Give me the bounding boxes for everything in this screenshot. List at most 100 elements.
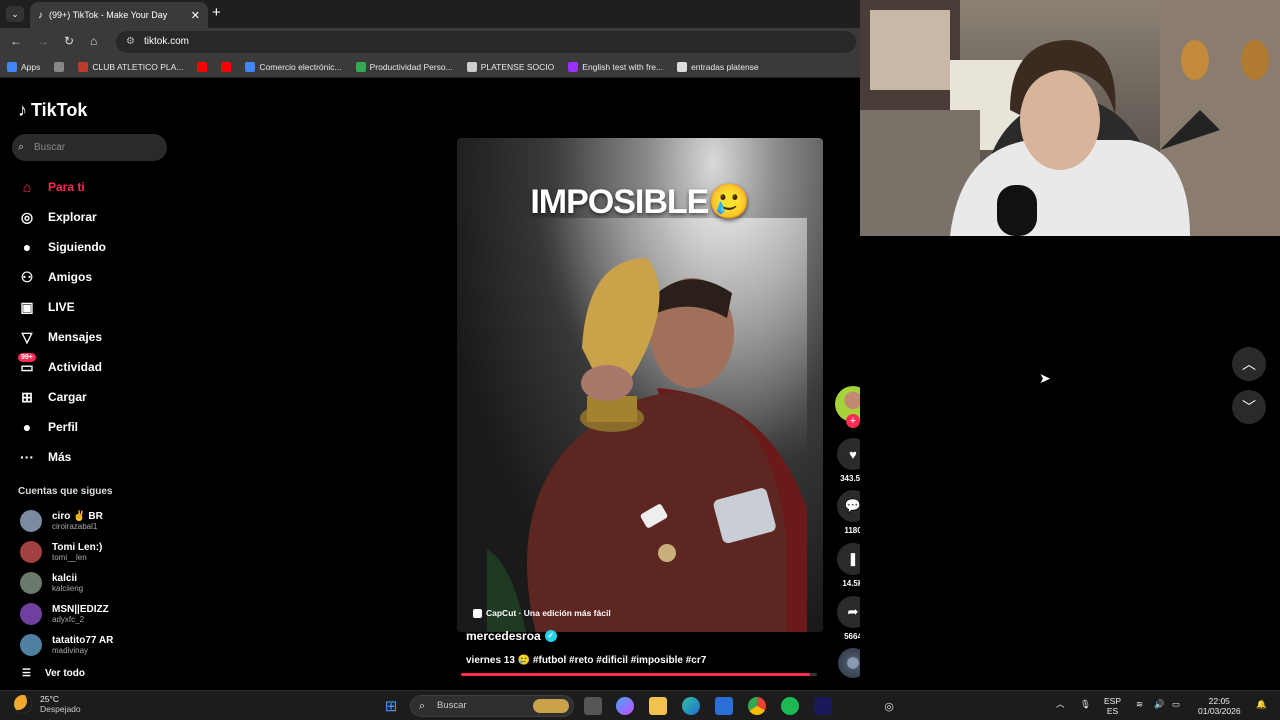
taskbar-search[interactable]: ⌕ Buscar	[410, 695, 574, 717]
obs-icon[interactable]: ◎	[880, 697, 898, 715]
sidebar-item-más[interactable]: ··· Más	[18, 446, 71, 468]
sidebar-item-explorar[interactable]: ◎ Explorar	[18, 206, 97, 228]
sidebar-item-amigos[interactable]: ⚇ Amigos	[18, 266, 92, 288]
account-name: kalcii	[52, 572, 78, 584]
account-name: ciro ✌️ BR	[52, 510, 103, 522]
notifications-icon[interactable]: 🔔	[1256, 699, 1267, 709]
bookmark-item[interactable]: English test with fre...	[561, 61, 670, 72]
taskbar-search-placeholder: Buscar	[437, 700, 467, 711]
moon-icon	[14, 695, 32, 713]
volume-icon[interactable]: 🔊	[1154, 699, 1165, 709]
bookmarks-bar: Apps CLUB ATLETICO PLA... Comercio electró…	[0, 56, 860, 78]
sidebar-item-live[interactable]: ▣ LIVE	[18, 296, 74, 318]
upload-icon: ⊞	[21, 388, 33, 405]
bookmark-favicon-icon	[245, 61, 256, 72]
search-input[interactable]: ⌕ Buscar	[12, 134, 167, 161]
sidebar-item-label: Cargar	[48, 390, 87, 404]
bookmark-item[interactable]: entradas platense	[670, 61, 766, 72]
tiktok-logo[interactable]: ♪ TikTok	[18, 100, 87, 121]
task-view-icon[interactable]	[584, 697, 602, 715]
spotify-icon[interactable]	[781, 697, 799, 715]
new-tab-button[interactable]: +	[212, 4, 221, 21]
sidebar-item-label: Más	[48, 450, 72, 464]
following-account[interactable]: MSN||EDIZZ adyxfc_2	[20, 603, 109, 625]
avatar	[20, 510, 42, 532]
microphone-icon[interactable]: 🎙	[1080, 699, 1091, 709]
clock[interactable]: 22:05 01/03/2026	[1198, 696, 1241, 716]
avatar	[20, 541, 42, 563]
home-button-icon[interactable]: ⌂	[90, 34, 97, 48]
windows-taskbar: 25°C Despejado ⊞ ⌕ Buscar ◎ ︿ ESP ES 🎙 ≋…	[0, 690, 1280, 720]
battery-icon[interactable]: ▭	[1172, 699, 1180, 709]
avatar	[20, 603, 42, 625]
sidebar-item-para-ti[interactable]: ⌂ Para ti	[18, 176, 85, 198]
bookmark-item[interactable]: Productividad Perso...	[349, 61, 460, 72]
language-indicator[interactable]: ESP ES	[1104, 696, 1121, 716]
sidebar-item-mensajes[interactable]: ▽ Mensajes	[18, 326, 102, 348]
chevron-down-icon: ﹀	[1242, 399, 1256, 415]
tab-title: (99+) TikTok - Make Your Day	[49, 10, 168, 20]
bookmark-item[interactable]: Apps	[0, 61, 47, 72]
following-account[interactable]: Tomi Len:) tomi__len	[20, 541, 102, 563]
more-icon: ···	[20, 449, 34, 465]
video-author[interactable]: mercedesroa ✓	[466, 629, 557, 643]
tray-expand-icon[interactable]: ︿	[1056, 699, 1065, 709]
profile-avatar-icon: ●	[22, 419, 32, 435]
clock-date: 01/03/2026	[1198, 706, 1241, 716]
right-panel: ︿ ﹀ ➤	[860, 0, 1280, 690]
scroll-up-button[interactable]: ︿	[1232, 347, 1266, 381]
bookmark-label: English test with fre...	[582, 61, 664, 72]
forward-arrow-icon[interactable]: →	[37, 34, 49, 48]
video-progress-bar[interactable]	[461, 673, 817, 676]
sidebar-item-siguiendo[interactable]: ● Siguiendo	[18, 236, 106, 258]
file-explorer-icon[interactable]	[649, 697, 667, 715]
following-account[interactable]: kalcii kalciieng	[20, 572, 83, 594]
compass-icon: ◎	[20, 208, 34, 225]
video-player[interactable]: IMPOSIBLE🥲 CapCut · Una edición más fáci…	[457, 138, 823, 632]
sidebar-item-label: Mensajes	[48, 330, 103, 344]
site-info-icon[interactable]: ⚙	[126, 31, 135, 53]
follow-plus-icon[interactable]: +	[846, 414, 860, 428]
account-handle: madivinay	[52, 645, 89, 655]
app-icon[interactable]	[814, 697, 832, 715]
bookmark-label: Productividad Perso...	[369, 61, 453, 72]
windows-start-icon[interactable]: ⊞	[382, 697, 400, 715]
store-icon[interactable]	[715, 697, 733, 715]
avatar	[20, 572, 42, 594]
following-account[interactable]: ciro ✌️ BR ciroirazabal1	[20, 510, 103, 532]
back-arrow-icon[interactable]: ←	[10, 34, 22, 48]
live-icon: ▣	[20, 298, 34, 315]
edge-icon[interactable]	[682, 697, 700, 715]
video-caption: viernes 13 🥲 #futbol #reto #dificil #imp…	[466, 655, 707, 666]
verified-badge-icon: ✓	[544, 630, 557, 642]
account-name: MSN||EDIZZ	[52, 603, 109, 615]
bookmark-item[interactable]	[190, 61, 214, 72]
bookmark-favicon-icon	[568, 61, 579, 72]
bookmark-item[interactable]: PLATENSE SOCIO	[460, 61, 562, 72]
account-name: tatatito77 AR	[52, 634, 114, 646]
bookmark-item[interactable]: Comercio electrónic...	[238, 61, 348, 72]
reload-icon[interactable]: ↻	[64, 34, 74, 48]
tab-close-icon[interactable]: ✕	[191, 9, 200, 22]
wifi-icon[interactable]: ≋	[1136, 699, 1143, 709]
search-icon: ⌕	[18, 141, 25, 153]
account-handle: adyxfc_2	[52, 614, 85, 624]
see-all-button[interactable]: ☰ Ver todo	[22, 668, 85, 679]
bookmark-item[interactable]: CLUB ATLETICO PLA...	[71, 61, 190, 72]
copilot-icon[interactable]	[616, 697, 634, 715]
scroll-down-button[interactable]: ﹀	[1232, 390, 1266, 424]
tab-search-button[interactable]: ⌄	[6, 6, 24, 22]
following-account[interactable]: tatatito77 AR madivinay	[20, 634, 113, 656]
sidebar-item-cargar[interactable]: ⊞ Cargar	[18, 386, 87, 408]
tab-tiktok[interactable]: ♪ (99+) TikTok - Make Your Day ✕	[30, 2, 208, 28]
sidebar-item-actividad[interactable]: ▭ 99+ Actividad	[18, 352, 102, 378]
chrome-icon[interactable]	[748, 697, 766, 715]
address-bar[interactable]: ⚙ tiktok.com	[116, 31, 856, 53]
home-icon: ⌂	[22, 179, 32, 195]
weather-widget[interactable]: 25°C Despejado	[14, 694, 81, 714]
video-overlay-text: IMPOSIBLE🥲	[530, 183, 750, 221]
avatar	[20, 634, 42, 656]
bookmark-item[interactable]	[214, 61, 238, 72]
bookmark-item[interactable]	[47, 61, 71, 72]
sidebar-item-perfil[interactable]: ● Perfil	[18, 416, 78, 438]
